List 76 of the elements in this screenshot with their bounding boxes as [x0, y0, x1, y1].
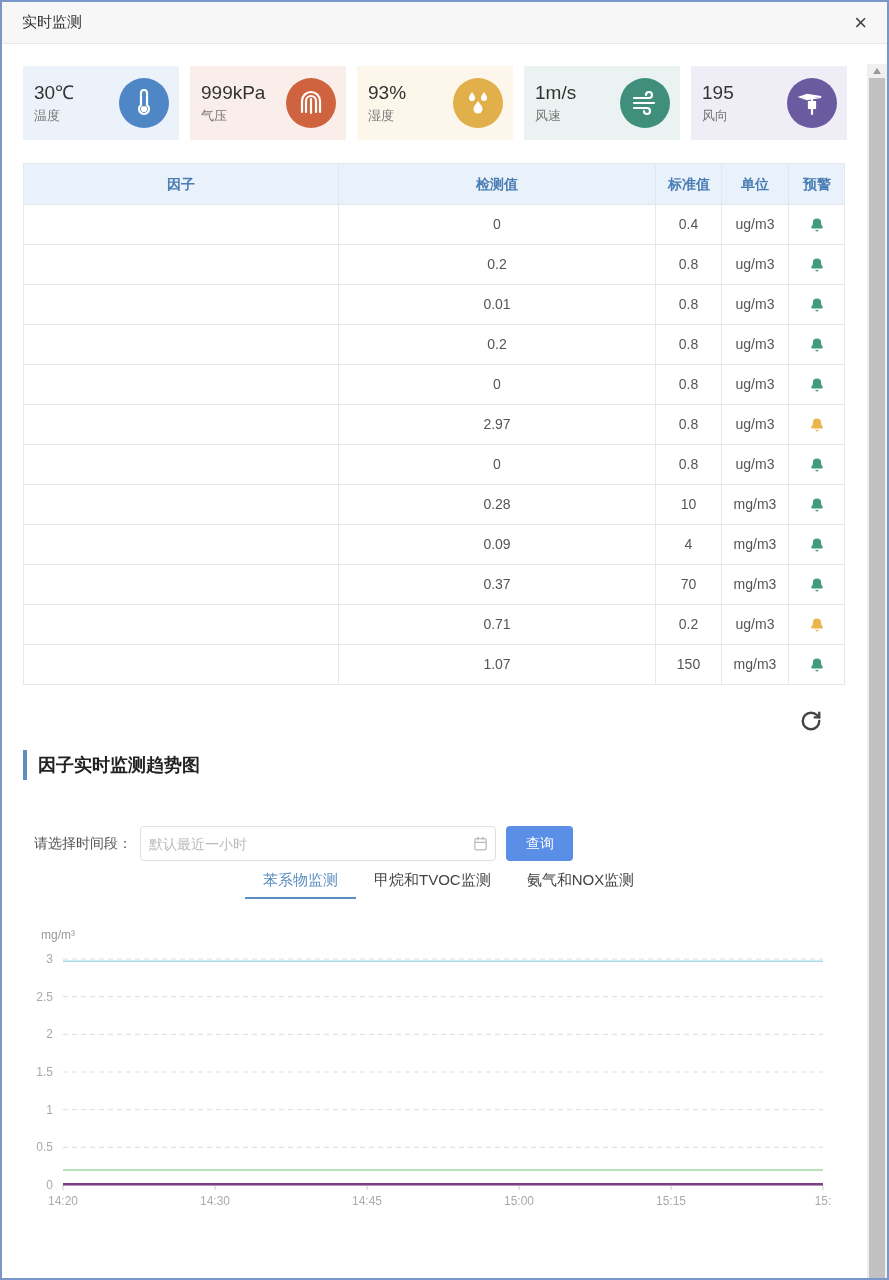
stat-label: 风向: [702, 107, 729, 126]
table-cell: 0: [338, 444, 656, 485]
table-cell: 0: [338, 364, 656, 405]
stat-value: 30℃: [34, 81, 75, 106]
y-tick-label: 3: [46, 952, 53, 966]
table-cell: ug/m3: [721, 244, 789, 285]
y-tick-label: 0: [46, 1178, 53, 1192]
scroll-up-arrow-icon[interactable]: [873, 68, 881, 74]
column-header: 预警: [788, 163, 845, 205]
table-cell: 2.97: [338, 404, 656, 445]
x-tick-label: 14:45: [352, 1194, 382, 1208]
x-tick-label: 15:: [814, 1194, 832, 1208]
window-title: 实时监测: [22, 12, 82, 33]
table-cell: 4: [655, 524, 722, 565]
calendar-icon: [473, 836, 488, 851]
table-cell: 0: [338, 204, 656, 245]
table-cell: 0.8: [655, 404, 722, 445]
y-tick-label: 0.5: [36, 1140, 53, 1155]
y-tick-label: 2.5: [36, 989, 53, 1004]
column-header: 标准值: [655, 163, 722, 205]
stat-label: 湿度: [368, 107, 395, 126]
chart-tab[interactable]: 甲烷和TVOC监测: [356, 863, 509, 899]
table-cell: 0.01: [338, 284, 656, 325]
x-tick-label: 14:20: [48, 1194, 78, 1208]
table-cell: mg/m3: [721, 564, 789, 605]
chart-tab[interactable]: 氨气和NOX监测: [508, 863, 653, 899]
column-header: 因子: [23, 163, 339, 205]
y-tick-label: 1.5: [36, 1065, 53, 1079]
x-tick-label: 14:30: [200, 1194, 230, 1208]
table-cell: 0.2: [338, 324, 656, 365]
table-cell: 0.2: [338, 244, 656, 285]
table-cell: mg/m3: [721, 484, 789, 525]
table-cell: ug/m3: [721, 324, 789, 365]
section-title: 因子实时监测趋势图: [38, 753, 200, 777]
stat-value: 93%: [368, 81, 407, 106]
table-cell: 10: [655, 484, 722, 525]
table-cell: ug/m3: [721, 364, 789, 405]
filter-label: 请选择时间段：: [34, 834, 132, 853]
table-cell: 0.4: [655, 204, 722, 245]
table-cell: 0.8: [655, 244, 722, 285]
table-cell: mg/m3: [721, 644, 789, 685]
table-cell: ug/m3: [721, 284, 789, 325]
table-cell: ug/m3: [721, 204, 789, 245]
stat-label: 风速: [535, 107, 562, 126]
stat-label: 气压: [201, 107, 228, 126]
table-cell: ug/m3: [721, 404, 789, 445]
close-button[interactable]: ×: [854, 11, 867, 34]
table-cell: ug/m3: [721, 604, 789, 645]
stat-value: 1m/s: [535, 81, 577, 106]
stat-value: 195: [702, 81, 734, 106]
table-cell: mg/m3: [721, 524, 789, 565]
y-tick-label: 2: [46, 1027, 53, 1042]
table-cell: 1.07: [338, 644, 656, 685]
y-tick-label: 1: [46, 1102, 53, 1117]
table-cell: 0.8: [655, 284, 722, 325]
table-cell: 0.8: [655, 364, 722, 405]
table-cell: 0.2: [655, 604, 722, 645]
table-cell: 0.37: [338, 564, 656, 605]
table-cell: 0.8: [655, 324, 722, 365]
stat-label: 温度: [34, 107, 61, 126]
y-axis-label: mg/m³: [41, 928, 75, 942]
column-header: 检测值: [338, 163, 656, 205]
chart-tab[interactable]: 苯系物监测: [245, 863, 356, 899]
refresh-icon[interactable]: [800, 710, 822, 732]
table-cell: 0.09: [338, 524, 656, 565]
table-cell: 70: [655, 564, 722, 605]
date-range-field[interactable]: 默认最近一小时: [140, 826, 496, 861]
table-cell: 0.8: [655, 444, 722, 485]
table-cell: 150: [655, 644, 722, 685]
stat-value: 999kPa: [201, 81, 266, 106]
table-cell: ug/m3: [721, 444, 789, 485]
table-cell: 0.71: [338, 604, 656, 645]
table-cell: 0.28: [338, 484, 656, 525]
column-header: 单位: [721, 163, 789, 205]
x-tick-label: 15:15: [656, 1194, 686, 1208]
x-tick-label: 15:00: [504, 1194, 534, 1208]
